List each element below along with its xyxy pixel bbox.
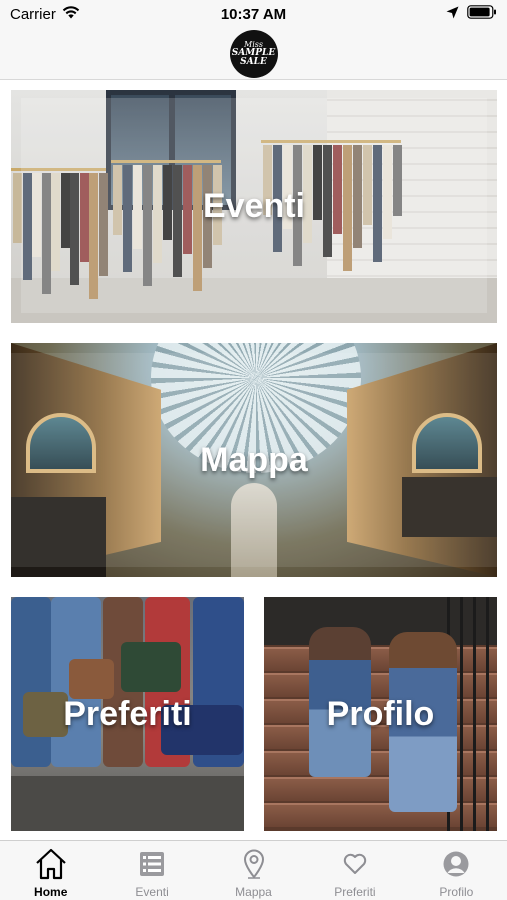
nav-header: Miss SAMPLE SALE xyxy=(0,28,507,80)
tab-profilo-label: Profilo xyxy=(439,885,474,899)
profilo-tile-label: Profilo xyxy=(326,694,435,733)
profilo-tile[interactable]: Profilo xyxy=(264,597,497,831)
preferiti-tile-label: Preferiti xyxy=(63,694,192,733)
home-icon xyxy=(34,847,68,881)
heart-icon xyxy=(338,847,372,881)
eventi-tile[interactable]: Eventi xyxy=(11,90,497,323)
carrier-label: Carrier xyxy=(10,5,56,23)
tab-mappa[interactable]: Mappa xyxy=(203,841,304,900)
list-icon xyxy=(135,847,169,881)
eventi-tile-label: Eventi xyxy=(202,187,306,225)
wifi-icon xyxy=(62,5,80,23)
tab-home-label: Home xyxy=(34,885,68,899)
tab-eventi[interactable]: Eventi xyxy=(101,841,202,900)
battery-icon xyxy=(467,5,497,23)
tab-bar: Home Eventi Mappa Preferiti Profilo xyxy=(0,840,507,900)
location-arrow-icon xyxy=(446,6,459,23)
brand-logo[interactable]: Miss SAMPLE SALE xyxy=(229,29,278,78)
tab-preferiti-label: Preferiti xyxy=(334,885,376,899)
tab-home[interactable]: Home xyxy=(0,841,101,900)
logo-text-line3: SALE xyxy=(240,56,267,67)
user-icon xyxy=(439,847,473,881)
status-bar: Carrier 10:37 AM xyxy=(0,0,507,28)
map-pin-icon xyxy=(237,847,271,881)
preferiti-tile[interactable]: Preferiti xyxy=(11,597,244,831)
tab-eventi-label: Eventi xyxy=(135,885,169,899)
tab-mappa-label: Mappa xyxy=(235,885,272,899)
mappa-tile-label: Mappa xyxy=(200,440,308,479)
tab-profilo[interactable]: Profilo xyxy=(406,841,507,900)
tab-preferiti[interactable]: Preferiti xyxy=(304,841,405,900)
mappa-tile[interactable]: Mappa xyxy=(11,343,497,577)
